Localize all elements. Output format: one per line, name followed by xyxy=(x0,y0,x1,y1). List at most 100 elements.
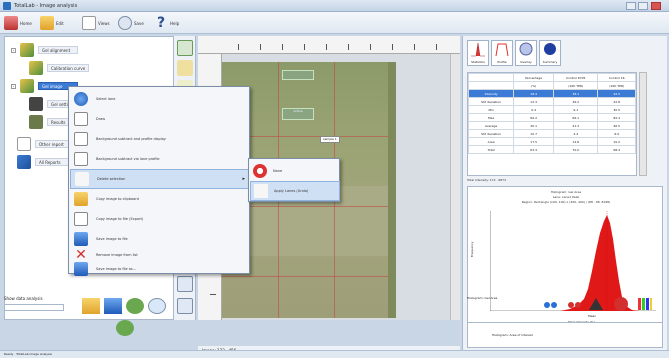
menu-item-copy-clipboard[interactable]: Copy image to clipboard xyxy=(70,189,250,209)
report-icon xyxy=(17,155,31,169)
menu-item-export[interactable]: Copy image to file (Export) xyxy=(70,209,250,229)
table-cell: 15.2 xyxy=(597,137,636,146)
tab-label: Profile xyxy=(497,60,507,64)
menu-item-select-lane[interactable]: Select lane xyxy=(70,89,250,109)
table-row[interactable]: Total 63.3 70.0 68.4 xyxy=(467,145,636,154)
histogram-subtitle: Lane: Lane1 Peak xyxy=(552,195,580,199)
submenu-arrow-icon: ▸ xyxy=(242,176,245,182)
profile-icon xyxy=(495,43,509,57)
submenu-item-label: Apply Lanes (Undo) xyxy=(274,189,309,193)
grid-icon[interactable] xyxy=(177,40,193,56)
table-cell: Min xyxy=(467,105,515,114)
tree-item[interactable]: Calibration curve xyxy=(29,61,90,75)
horizontal-ruler xyxy=(198,36,460,54)
statistics-table: Percentage Control 6705 Control 16 (%) (… xyxy=(467,72,637,176)
menu-item-delete-selection[interactable]: Delete selection ▸ xyxy=(70,169,250,189)
gel-edge-strip xyxy=(388,62,396,318)
save-label: Save xyxy=(134,20,144,26)
table-row[interactable]: Area 17.5 12.8 15.2 xyxy=(467,137,636,146)
tree-item[interactable]: Other report xyxy=(17,137,75,151)
select-icon[interactable] xyxy=(177,60,193,76)
histogram-ylabel: Frequency xyxy=(470,241,474,258)
home-label: Home xyxy=(20,20,32,26)
result-list: Histogram: Area of interest xyxy=(467,322,663,348)
list-item[interactable]: Histogram: Area of interest xyxy=(492,333,533,337)
table-cell: 4.4 xyxy=(553,129,599,138)
table-header-row: Percentage Control 6705 Control 16 xyxy=(467,73,636,82)
table-row[interactable]: Max 60.2 66.1 82.4 xyxy=(467,113,636,122)
record-icon[interactable] xyxy=(613,296,629,312)
next-icon[interactable] xyxy=(567,300,583,310)
table-cell: Max xyxy=(467,113,515,122)
menu-item-label: Draw xyxy=(96,117,106,121)
color-bars-icon[interactable] xyxy=(637,296,653,312)
expander-icon[interactable]: - xyxy=(11,47,16,53)
menu-item-save-as[interactable]: Save image to file as... xyxy=(70,259,250,279)
home-button[interactable]: Home xyxy=(4,15,32,31)
table-cell: 82.4 xyxy=(597,113,636,122)
table-cell: 46.5 xyxy=(597,121,636,130)
run-icon[interactable] xyxy=(116,320,134,336)
tab-statistics[interactable]: Statistics xyxy=(467,40,489,66)
expander-icon[interactable]: - xyxy=(11,83,16,89)
sample-tag[interactable]: sample 1 xyxy=(320,136,340,143)
minimize-button[interactable] xyxy=(626,2,636,10)
table-cell: 18.4 xyxy=(513,89,555,98)
window-icon xyxy=(82,16,96,30)
histogram-subtitle: Region: Rectangle (100, 100) x (300, 400… xyxy=(521,200,611,204)
views-button[interactable]: Views xyxy=(82,15,110,31)
tab-summary[interactable]: Summary xyxy=(539,40,561,66)
menu-item-draw[interactable]: Draw xyxy=(70,109,250,129)
submenu-item-none[interactable]: None xyxy=(250,161,340,181)
settings-icon[interactable] xyxy=(148,298,166,314)
home-icon xyxy=(4,16,18,30)
tab-label: Statistics xyxy=(471,60,485,64)
help-button[interactable]: ? Help xyxy=(154,15,179,31)
table-cell: Std deviation xyxy=(467,97,515,106)
menu-item-label: Background subtract and profile display xyxy=(96,137,166,141)
close-button[interactable] xyxy=(651,2,661,10)
tree-item[interactable]: All Reports xyxy=(17,155,75,169)
table-row[interactable]: Std deviation 10.7 4.4 6.0 xyxy=(467,129,636,138)
table-cell: 6.0 xyxy=(597,129,636,138)
table-subheader: (%) xyxy=(513,81,555,90)
band-box[interactable] xyxy=(282,70,314,80)
table-cell: 0.4 xyxy=(513,105,555,114)
printer-icon xyxy=(74,232,88,246)
tab-overlay[interactable]: Overlay xyxy=(515,40,537,66)
table-cell: 63.3 xyxy=(513,145,555,154)
histogram-peak-label: Mean xyxy=(588,314,597,318)
table-cell: 38.1 xyxy=(553,89,599,98)
window-title: TotalLab - Image analysis xyxy=(14,3,78,9)
edit-button[interactable]: Edit xyxy=(40,15,64,31)
analysis-controls: Show data analysis xyxy=(4,296,196,346)
submenu-item-apply-lanes[interactable]: Apply Lanes (Undo) xyxy=(250,181,340,201)
image-icon xyxy=(29,97,43,111)
table-cell: 9.1 xyxy=(553,105,599,114)
prev-icon[interactable] xyxy=(543,300,559,310)
table-scrollbar[interactable] xyxy=(639,72,647,176)
gel-icon xyxy=(29,61,43,75)
tree-item[interactable]: - Gel alignment xyxy=(11,43,78,57)
table-row[interactable]: Average 30.1 41.3 46.5 xyxy=(467,121,636,130)
band-box[interactable]: Active xyxy=(282,108,314,120)
table-row[interactable]: Min 0.4 9.1 30.5 xyxy=(467,105,636,114)
table-row[interactable]: Std deviation 12.3 36.2 22.8 xyxy=(467,97,636,106)
maximize-button[interactable] xyxy=(638,2,648,10)
image-scrollbar[interactable] xyxy=(450,54,460,320)
menu-item-lane-profile[interactable]: Background subtract via lane profile xyxy=(70,149,250,169)
table-cell: 42.5 xyxy=(597,89,636,98)
menu-item-profile-display[interactable]: Background subtract and profile display xyxy=(70,129,250,149)
scale-icon[interactable] xyxy=(587,296,605,312)
save-button[interactable]: Save xyxy=(118,15,144,31)
open-folder-icon[interactable] xyxy=(82,298,100,314)
tab-profile[interactable]: Profile xyxy=(491,40,513,66)
curve-icon xyxy=(74,152,88,166)
analyze-icon[interactable] xyxy=(126,298,144,314)
table-row[interactable]: Intensity 18.4 38.1 42.5 xyxy=(467,89,636,98)
table-cell: 41.3 xyxy=(553,121,599,130)
save-disk-icon[interactable] xyxy=(104,298,122,314)
help-label: Help xyxy=(170,20,180,26)
analysis-input[interactable] xyxy=(4,304,64,311)
histogram-title: Histogram: Gel Area xyxy=(550,190,582,194)
